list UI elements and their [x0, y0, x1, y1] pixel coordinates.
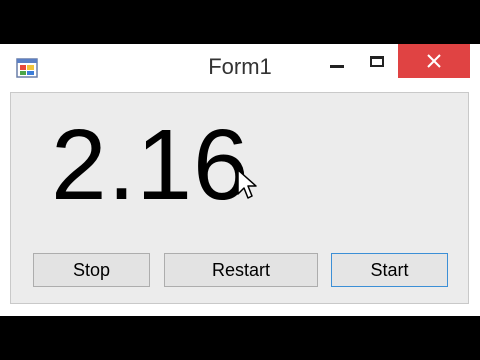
minimize-icon: [330, 64, 344, 68]
close-icon: [427, 54, 441, 68]
restart-button[interactable]: Restart: [164, 253, 318, 287]
close-button[interactable]: [398, 44, 470, 78]
maximize-button[interactable]: [354, 44, 400, 78]
start-button[interactable]: Start: [331, 253, 448, 287]
maximize-icon: [370, 55, 384, 67]
timer-display: 2.16: [51, 109, 250, 221]
title-bar[interactable]: Form1: [0, 44, 480, 92]
stop-button[interactable]: Stop: [33, 253, 150, 287]
mouse-cursor-icon: [237, 169, 257, 199]
